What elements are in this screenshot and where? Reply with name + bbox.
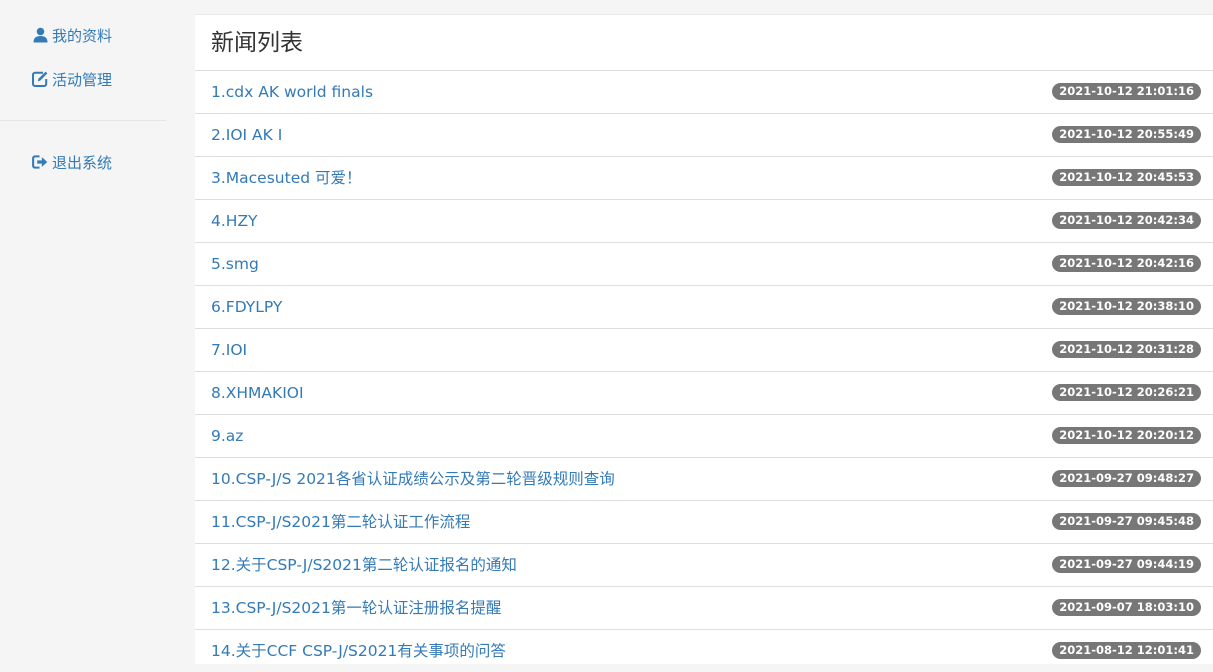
news-title-link[interactable]: 8.XHMAKIOI (211, 383, 304, 403)
news-list-item[interactable]: 5.smg 2021-10-12 20:42:16 (195, 242, 1213, 285)
timestamp-badge: 2021-10-12 20:45:53 (1052, 169, 1201, 186)
sidebar: 我的资料 活动管理 退出系统 (0, 0, 166, 664)
news-title-link[interactable]: 2.IOI AK I (211, 125, 282, 145)
timestamp-badge: 2021-10-12 20:31:28 (1052, 341, 1201, 358)
news-title-link[interactable]: 14.关于CCF CSP-J/S2021有关事项的问答 (211, 641, 506, 661)
news-list-item[interactable]: 4.HZY 2021-10-12 20:42:34 (195, 199, 1213, 242)
news-title-link[interactable]: 13.CSP-J/S2021第一轮认证注册报名提醒 (211, 598, 501, 618)
news-title-link[interactable]: 9.az (211, 426, 243, 446)
news-panel: 新闻列表 1.cdx AK world finals 2021-10-12 21:… (195, 14, 1213, 664)
sidebar-item-activity-management[interactable]: 活动管理 (32, 67, 112, 91)
timestamp-badge: 2021-10-12 20:42:16 (1052, 255, 1201, 272)
news-list-item[interactable]: 8.XHMAKIOI 2021-10-12 20:26:21 (195, 371, 1213, 414)
news-title-link[interactable]: 4.HZY (211, 211, 258, 231)
sidebar-divider (0, 120, 166, 121)
news-list-item[interactable]: 10.CSP-J/S 2021各省认证成绩公示及第二轮晋级规则查询 2021-09… (195, 457, 1213, 500)
news-title-link[interactable]: 12.关于CSP-J/S2021第二轮认证报名的通知 (211, 555, 517, 575)
news-list-item[interactable]: 13.CSP-J/S2021第一轮认证注册报名提醒 2021-09-07 18:0… (195, 586, 1213, 629)
timestamp-badge: 2021-10-12 20:42:34 (1052, 212, 1201, 229)
edit-icon (32, 71, 48, 87)
news-list-item[interactable]: 6.FDYLPY 2021-10-12 20:38:10 (195, 285, 1213, 328)
news-list-item[interactable]: 3.Macesuted 可爱！ 2021-10-12 20:45:53 (195, 156, 1213, 199)
news-list-item[interactable]: 12.关于CSP-J/S2021第二轮认证报名的通知 2021-09-27 09:… (195, 543, 1213, 586)
news-title-link[interactable]: 7.IOI (211, 340, 247, 360)
news-title-link[interactable]: 6.FDYLPY (211, 297, 282, 317)
timestamp-badge: 2021-10-12 20:55:49 (1052, 126, 1201, 143)
timestamp-badge: 2021-10-12 21:01:16 (1052, 83, 1201, 100)
sidebar-item-label: 退出系统 (52, 153, 113, 172)
sidebar-item-my-profile[interactable]: 我的资料 (32, 23, 112, 47)
sidebar-item-label: 活动管理 (52, 70, 113, 89)
timestamp-badge: 2021-10-12 20:26:21 (1052, 384, 1201, 401)
timestamp-badge: 2021-09-27 09:45:48 (1052, 513, 1201, 530)
timestamp-badge: 2021-10-12 20:38:10 (1052, 298, 1201, 315)
news-title-link[interactable]: 10.CSP-J/S 2021各省认证成绩公示及第二轮晋级规则查询 (211, 469, 615, 489)
news-title-link[interactable]: 3.Macesuted 可爱！ (211, 168, 362, 188)
user-icon (32, 27, 48, 43)
news-list-item[interactable]: 1.cdx AK world finals 2021-10-12 21:01:16 (195, 70, 1213, 113)
timestamp-badge: 2021-10-12 20:20:12 (1052, 427, 1201, 444)
timestamp-badge: 2021-09-07 18:03:10 (1052, 599, 1201, 616)
timestamp-badge: 2021-09-27 09:44:19 (1052, 556, 1201, 573)
timestamp-badge: 2021-08-12 12:01:41 (1052, 642, 1201, 659)
news-title-link[interactable]: 1.cdx AK world finals (211, 82, 373, 102)
news-list-item[interactable]: 7.IOI 2021-10-12 20:31:28 (195, 328, 1213, 371)
sidebar-item-logout[interactable]: 退出系统 (32, 150, 112, 174)
logout-icon (32, 154, 48, 170)
news-list-item[interactable]: 9.az 2021-10-12 20:20:12 (195, 414, 1213, 457)
news-list: 1.cdx AK world finals 2021-10-12 21:01:16… (195, 70, 1213, 672)
sidebar-item-label: 我的资料 (52, 26, 113, 45)
news-list-item[interactable]: 14.关于CCF CSP-J/S2021有关事项的问答 2021-08-12 12… (195, 629, 1213, 672)
news-list-item[interactable]: 11.CSP-J/S2021第二轮认证工作流程 2021-09-27 09:45:… (195, 500, 1213, 543)
news-list-item[interactable]: 2.IOI AK I 2021-10-12 20:55:49 (195, 113, 1213, 156)
timestamp-badge: 2021-09-27 09:48:27 (1052, 470, 1201, 487)
news-title-link[interactable]: 11.CSP-J/S2021第二轮认证工作流程 (211, 512, 470, 532)
news-title-link[interactable]: 5.smg (211, 254, 259, 274)
page-title: 新闻列表 (211, 30, 303, 56)
